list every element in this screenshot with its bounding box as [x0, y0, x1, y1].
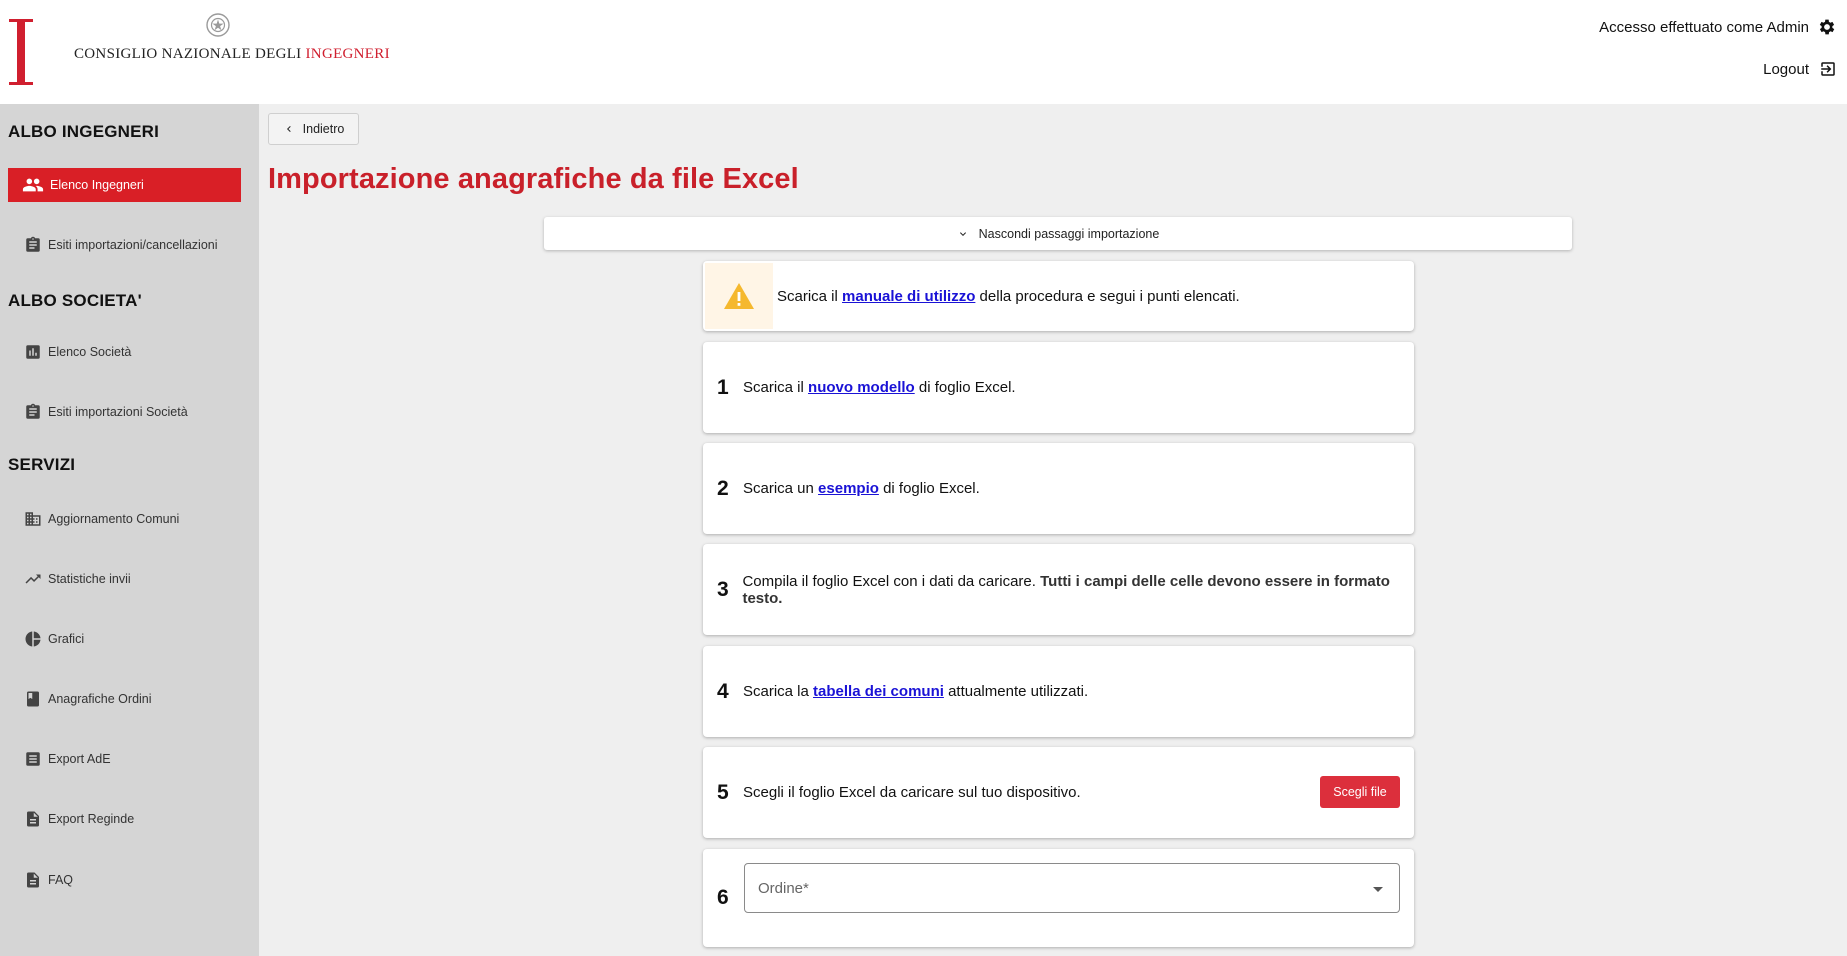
- step-number: 3: [717, 577, 729, 601]
- logged-user-text: Accesso effettuato come Admin: [1599, 18, 1809, 36]
- sidebar-item-statistiche-invii[interactable]: Statistiche invii: [8, 562, 241, 596]
- buildings-icon: [25, 512, 41, 526]
- warning-box: [705, 263, 773, 329]
- clipboard-icon: [26, 236, 40, 252]
- sidebar-item-label: Statistiche invii: [48, 572, 131, 586]
- logout-label: Logout: [1763, 60, 1809, 78]
- pie-chart-icon: [25, 631, 41, 647]
- sidebar-item-grafici[interactable]: Grafici: [8, 622, 241, 656]
- user-info: Accesso effettuato come Admin: [1599, 17, 1837, 37]
- back-label: Indietro: [302, 122, 345, 136]
- toggle-steps-button[interactable]: Nascondi passaggi importazione: [544, 217, 1572, 250]
- app-header: CONSIGLIO NAZIONALE DEGLI INGEGNERI Acce…: [0, 0, 1847, 104]
- sidebar-item-label: Elenco Ingegneri: [50, 178, 144, 192]
- chevron-left-icon: [286, 126, 291, 132]
- ordine-select[interactable]: Ordine*: [744, 863, 1400, 913]
- step-text: Scarica la tabella dei comuni attualment…: [743, 683, 1089, 700]
- section-title-albo-societa: ALBO SOCIETA': [8, 291, 142, 310]
- back-button[interactable]: Indietro: [268, 113, 359, 145]
- sidebar-item-label: Aggiornamento Comuni: [48, 512, 180, 526]
- manual-warning-card: Scarica il manuale di utilizzo della pro…: [703, 261, 1414, 331]
- chevron-down-icon: [959, 231, 966, 236]
- trending-up-icon: [25, 574, 41, 584]
- gear-icon[interactable]: [1817, 17, 1837, 37]
- sidebar-item-elenco-ingegneri[interactable]: Elenco Ingegneri: [8, 168, 241, 202]
- toggle-steps-label: Nascondi passaggi importazione: [978, 226, 1160, 241]
- sidebar-item-elenco-societa[interactable]: Elenco Società: [8, 335, 241, 369]
- step-text: Compila il foglio Excel con i dati da ca…: [742, 572, 1390, 607]
- step-number: 2: [717, 476, 729, 500]
- sidebar-item-aggiornamento-comuni[interactable]: Aggiornamento Comuni: [8, 502, 241, 536]
- step-text: Scarica un esempio di foglio Excel.: [743, 480, 980, 497]
- sidebar: ALBO INGEGNERI Elenco Ingegneri Esiti im…: [0, 104, 259, 956]
- dropdown-arrow-icon: [1373, 887, 1383, 892]
- step-text: Scegli il foglio Excel da caricare sul t…: [743, 784, 1081, 801]
- clipboard-icon: [26, 403, 40, 419]
- warning-icon: [724, 283, 754, 309]
- step-number: 6: [717, 886, 729, 909]
- step-card-4: 4 Scarica la tabella dei comuni attualme…: [703, 646, 1414, 737]
- list-icon: [26, 752, 40, 766]
- section-title-albo-ingegneri: ALBO INGEGNERI: [8, 122, 160, 141]
- step-card-6: 6 Ordine*: [703, 849, 1414, 947]
- manual-link[interactable]: manuale di utilizzo: [842, 288, 975, 305]
- choose-file-button[interactable]: Scegli file: [1320, 776, 1400, 808]
- sidebar-item-label: Grafici: [48, 632, 85, 646]
- sidebar-item-label: Esiti importazioni Società: [48, 405, 188, 419]
- sidebar-item-faq[interactable]: FAQ: [8, 863, 241, 897]
- sidebar-item-label: Export Reginde: [48, 812, 135, 826]
- sidebar-item-export-reginde[interactable]: Export Reginde: [8, 802, 241, 836]
- sidebar-item-label: Elenco Società: [48, 345, 132, 359]
- sidebar-item-anagrafiche-ordini[interactable]: Anagrafiche Ordini: [8, 682, 241, 716]
- new-template-link[interactable]: nuovo modello: [808, 379, 915, 396]
- document-icon: [27, 811, 39, 827]
- step-text: Scarica il nuovo modello di foglio Excel…: [743, 379, 1016, 396]
- sidebar-item-label: Anagrafiche Ordini: [48, 692, 152, 706]
- org-name: CONSIGLIO NAZIONALE DEGLI INGEGNERI: [74, 46, 390, 62]
- page-title: Importazione anagrafiche da file Excel: [268, 163, 799, 195]
- logout-button[interactable]: Logout: [1763, 60, 1837, 78]
- warning-text: Scarica il manuale di utilizzo della pro…: [777, 287, 1240, 305]
- example-link[interactable]: esempio: [818, 480, 879, 497]
- step-number: 4: [717, 679, 729, 703]
- ordine-select-placeholder: Ordine*: [758, 879, 809, 897]
- section-title-servizi: SERVIZI: [8, 455, 76, 474]
- document-icon: [27, 872, 39, 888]
- municipalities-table-link[interactable]: tabella dei comuni: [813, 683, 944, 700]
- sidebar-item-esiti-societa[interactable]: Esiti importazioni Società: [8, 395, 241, 429]
- sidebar-item-label: Esiti importazioni/cancellazioni: [48, 238, 218, 252]
- step-card-5: 5 Scegli il foglio Excel da caricare sul…: [703, 747, 1414, 838]
- sidebar-item-label: FAQ: [48, 873, 74, 887]
- bar-chart-icon: [26, 345, 40, 359]
- sidebar-item-label: Export AdE: [48, 752, 111, 766]
- step-card-3: 3 Compila il foglio Excel con i dati da …: [703, 544, 1414, 635]
- sidebar-item-esiti-importazioni[interactable]: Esiti importazioni/cancellazioni: [8, 228, 241, 262]
- step-number: 1: [717, 375, 729, 399]
- sidebar-item-export-ade[interactable]: Export AdE: [8, 742, 241, 776]
- book-icon: [27, 691, 39, 707]
- logout-icon: [1821, 62, 1835, 76]
- emblem-icon: [206, 13, 230, 37]
- people-icon: [22, 178, 44, 192]
- cni-logo: [9, 19, 33, 85]
- step-card-2: 2 Scarica un esempio di foglio Excel.: [703, 443, 1414, 534]
- step-card-1: 1 Scarica il nuovo modello di foglio Exc…: [703, 342, 1414, 433]
- step-number: 5: [717, 780, 729, 804]
